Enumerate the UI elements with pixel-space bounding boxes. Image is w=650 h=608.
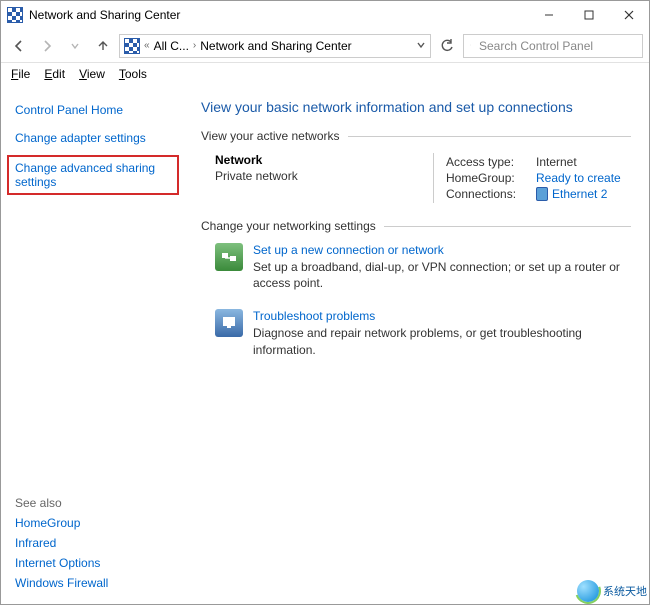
- sidebar: Control Panel Home Change adapter settin…: [1, 87, 191, 604]
- change-adapter-link[interactable]: Change adapter settings: [15, 131, 181, 145]
- troubleshoot-link[interactable]: Troubleshoot problems: [253, 309, 375, 323]
- breadcrumb-seg-2[interactable]: Network and Sharing Center: [200, 39, 351, 53]
- control-panel-icon: [124, 38, 140, 54]
- network-name: Network: [215, 153, 415, 167]
- nav-toolbar: « All C... › Network and Sharing Center: [1, 29, 649, 63]
- highlight-box: Change advanced sharing settings: [7, 155, 179, 195]
- homegroup-label: HomeGroup:: [446, 171, 526, 185]
- see-also-windows-firewall[interactable]: Windows Firewall: [15, 576, 108, 590]
- up-button[interactable]: [91, 34, 115, 58]
- connections-label: Connections:: [446, 187, 526, 201]
- recent-dropdown[interactable]: [63, 34, 87, 58]
- body: Control Panel Home Change adapter settin…: [1, 87, 649, 604]
- menu-tools[interactable]: Tools: [119, 67, 147, 81]
- titlebar: Network and Sharing Center: [1, 1, 649, 29]
- network-block: Network Private network: [215, 153, 415, 203]
- option-new-connection: Set up a new connection or network Set u…: [215, 243, 631, 291]
- access-type-value: Internet: [536, 155, 577, 169]
- connection-link[interactable]: Ethernet 2: [536, 187, 607, 201]
- app-icon: [7, 7, 23, 23]
- see-also-internet-options[interactable]: Internet Options: [15, 556, 108, 570]
- network-type: Private network: [215, 169, 415, 183]
- menu-view[interactable]: View: [79, 67, 105, 81]
- breadcrumb-seg-1[interactable]: All C...: [154, 39, 189, 53]
- new-connection-desc: Set up a broadband, dial-up, or VPN conn…: [253, 259, 631, 291]
- new-connection-icon: [215, 243, 243, 271]
- breadcrumb[interactable]: « All C... › Network and Sharing Center: [119, 34, 431, 58]
- search-box[interactable]: [463, 34, 643, 58]
- homegroup-link[interactable]: Ready to create: [536, 171, 621, 185]
- troubleshoot-icon: [215, 309, 243, 337]
- main-panel: View your basic network information and …: [191, 87, 649, 604]
- change-settings-header: Change your networking settings: [201, 219, 631, 233]
- troubleshoot-desc: Diagnose and repair network problems, or…: [253, 325, 631, 357]
- see-also-homegroup[interactable]: HomeGroup: [15, 516, 108, 530]
- access-type-label: Access type:: [446, 155, 526, 169]
- see-also-infrared[interactable]: Infrared: [15, 536, 108, 550]
- chevron-right-icon: ›: [193, 40, 196, 51]
- active-networks-header: View your active networks: [201, 129, 631, 143]
- control-panel-home-link[interactable]: Control Panel Home: [15, 103, 181, 117]
- option-troubleshoot: Troubleshoot problems Diagnose and repai…: [215, 309, 631, 357]
- close-button[interactable]: [609, 1, 649, 29]
- breadcrumb-dropdown[interactable]: [416, 39, 426, 53]
- menu-edit[interactable]: Edit: [44, 67, 65, 81]
- chevron-left-icon: «: [144, 40, 150, 51]
- search-icon: [470, 40, 471, 52]
- window-title: Network and Sharing Center: [29, 8, 529, 22]
- menu-file[interactable]: File: [11, 67, 30, 81]
- forward-button[interactable]: [35, 34, 59, 58]
- change-advanced-sharing-link[interactable]: Change advanced sharing settings: [15, 161, 171, 189]
- ethernet-icon: [536, 187, 548, 201]
- search-input[interactable]: [477, 38, 636, 54]
- network-props: Access type: Internet HomeGroup: Ready t…: [433, 153, 621, 203]
- page-heading: View your basic network information and …: [201, 99, 631, 115]
- see-also-header: See also: [15, 496, 108, 510]
- see-also: See also HomeGroup Infrared Internet Opt…: [15, 496, 108, 596]
- refresh-button[interactable]: [435, 34, 459, 58]
- back-button[interactable]: [7, 34, 31, 58]
- active-networks: Network Private network Access type: Int…: [215, 153, 631, 203]
- maximize-button[interactable]: [569, 1, 609, 29]
- new-connection-link[interactable]: Set up a new connection or network: [253, 243, 444, 257]
- menubar: File Edit View Tools: [1, 63, 649, 87]
- minimize-button[interactable]: [529, 1, 569, 29]
